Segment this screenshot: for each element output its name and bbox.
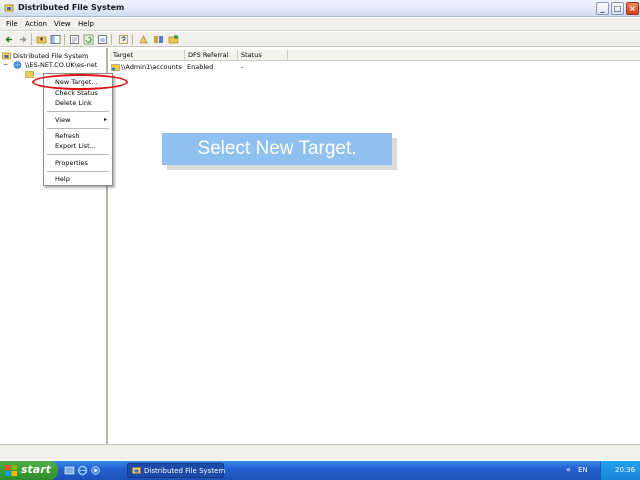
internet-explorer-icon[interactable] (77, 465, 88, 476)
menu-file[interactable]: File (6, 20, 18, 28)
menu-separator (47, 154, 109, 155)
new-link-icon[interactable] (153, 34, 164, 45)
toolbar-separator (111, 34, 112, 45)
show-desktop-icon[interactable] (64, 465, 75, 476)
highlight-ring (32, 74, 128, 90)
title-bar[interactable]: Distributed File System _ □ × (0, 0, 640, 17)
status-bar (0, 444, 640, 460)
maximize-button[interactable]: □ (611, 2, 624, 15)
windows-logo-icon (5, 465, 17, 476)
menu-item-view[interactable]: View (55, 116, 70, 124)
screen: Distributed File System _ □ × File Actio… (0, 0, 640, 480)
target-path[interactable]: \\Admin1\accounts (121, 63, 182, 72)
submenu-arrow-icon: ▸ (103, 116, 107, 123)
close-button[interactable]: × (626, 2, 639, 15)
taskbar-dfs-button[interactable]: Distributed File System (127, 463, 226, 478)
list-header: Target DFS Referral Status (110, 50, 640, 61)
tray-expand-icon[interactable]: « (566, 465, 571, 474)
tree-expander[interactable]: − (3, 61, 8, 68)
start-label: start (21, 463, 51, 476)
menu-separator (47, 111, 109, 112)
menu-item-refresh[interactable]: Refresh (55, 132, 80, 140)
menu-item-export-list[interactable]: Export List... (55, 142, 96, 150)
column-status[interactable]: Status (238, 50, 288, 61)
media-player-icon[interactable] (90, 465, 101, 476)
window-title: Distributed File System (18, 3, 125, 12)
taskbar-dfs-label: Distributed File System (144, 467, 226, 475)
menu-bar: File Action View Help (0, 18, 640, 31)
toolbar-separator (31, 34, 32, 45)
column-target[interactable]: Target (110, 50, 185, 61)
help-icon[interactable] (118, 34, 129, 45)
refresh-icon[interactable] (83, 34, 94, 45)
menu-separator (47, 128, 109, 129)
target-list-pane[interactable]: Target DFS Referral Status \\Admin1\acco… (110, 48, 640, 444)
dfs-app-icon (4, 4, 14, 12)
column-dfs-referral[interactable]: DFS Referral (185, 50, 238, 61)
start-button[interactable]: start (0, 461, 58, 480)
toolbar-separator (132, 34, 133, 45)
up-folder-icon[interactable] (36, 34, 47, 45)
dfs-link-folder-icon[interactable] (25, 70, 34, 78)
tree-namespace-label[interactable]: \\ES-NET.CO.UK\es-net (25, 61, 97, 69)
instruction-caption: Select New Target. (162, 133, 392, 165)
back-icon[interactable] (4, 34, 15, 45)
taskbar: start Distributed File System « EN 20:36 (0, 461, 640, 480)
show-hide-tree-icon[interactable] (50, 34, 61, 45)
dfs-app-icon (132, 467, 141, 474)
properties-icon[interactable] (69, 34, 80, 45)
menu-action[interactable]: Action (25, 20, 47, 28)
menu-help[interactable]: Help (78, 20, 94, 28)
export-icon[interactable] (97, 34, 108, 45)
menu-item-help[interactable]: Help (55, 175, 70, 183)
system-tray: 20:36 (600, 461, 640, 480)
target-referral: Enabled (187, 63, 214, 71)
dfs-root-icon (2, 52, 11, 60)
toolbar-separator (64, 34, 65, 45)
minimize-button[interactable]: _ (596, 2, 609, 15)
instruction-text: Select New Target. (197, 138, 357, 159)
target-status: - (241, 63, 244, 71)
new-root-icon[interactable] (138, 34, 149, 45)
menu-item-properties[interactable]: Properties (55, 159, 88, 167)
clock[interactable]: 20:36 (615, 466, 635, 474)
tree-root-label[interactable]: Distributed File System (13, 52, 88, 60)
dfs-namespace-icon (13, 61, 22, 69)
menu-separator (47, 171, 109, 172)
menu-item-delete-link[interactable]: Delete Link (55, 99, 92, 107)
menu-view[interactable]: View (54, 20, 71, 28)
forward-icon[interactable] (17, 34, 28, 45)
language-indicator[interactable]: EN (578, 466, 588, 474)
target-share-icon (111, 64, 120, 71)
new-target-icon[interactable] (168, 34, 179, 45)
menu-item-check-status[interactable]: Check Status (55, 89, 98, 97)
toolbar (0, 32, 640, 47)
